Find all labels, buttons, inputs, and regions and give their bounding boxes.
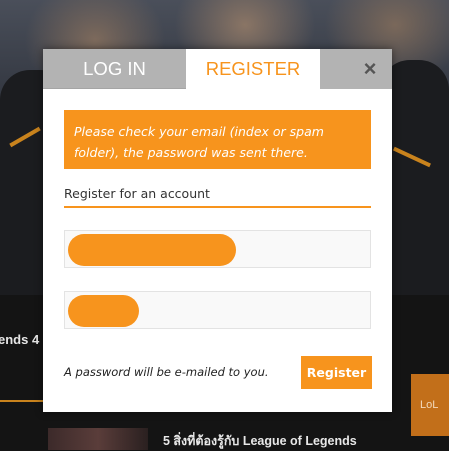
article-thumbnail[interactable]	[48, 428, 148, 450]
tab-register[interactable]: REGISTER	[186, 49, 320, 89]
register-form-heading: Register for an account	[64, 186, 210, 201]
email-field-wrapper	[64, 291, 371, 329]
register-button[interactable]: Register	[301, 356, 372, 389]
close-icon[interactable]: ×	[320, 49, 392, 89]
side-badge[interactable]: LoL	[411, 374, 449, 436]
password-email-hint: A password will be e-mailed to you.	[64, 365, 269, 379]
background-heading-underline	[0, 400, 44, 402]
background-heading-fragment: ends 4	[0, 332, 40, 347]
auth-modal: LOG IN REGISTER × Please check your emai…	[43, 49, 392, 412]
article-title-link[interactable]: 5 สิ่งที่ต้องรู้กับ League of Legends	[163, 431, 357, 451]
redaction-mark	[68, 295, 139, 327]
email-sent-notice: Please check your email (index or spam f…	[64, 110, 371, 169]
form-heading-divider	[64, 206, 371, 208]
tab-login[interactable]: LOG IN	[43, 49, 186, 89]
side-badge-label: LoL	[420, 399, 439, 411]
auth-tabs: LOG IN REGISTER ×	[43, 49, 392, 89]
username-field-wrapper	[64, 230, 371, 268]
redaction-mark	[68, 234, 236, 266]
